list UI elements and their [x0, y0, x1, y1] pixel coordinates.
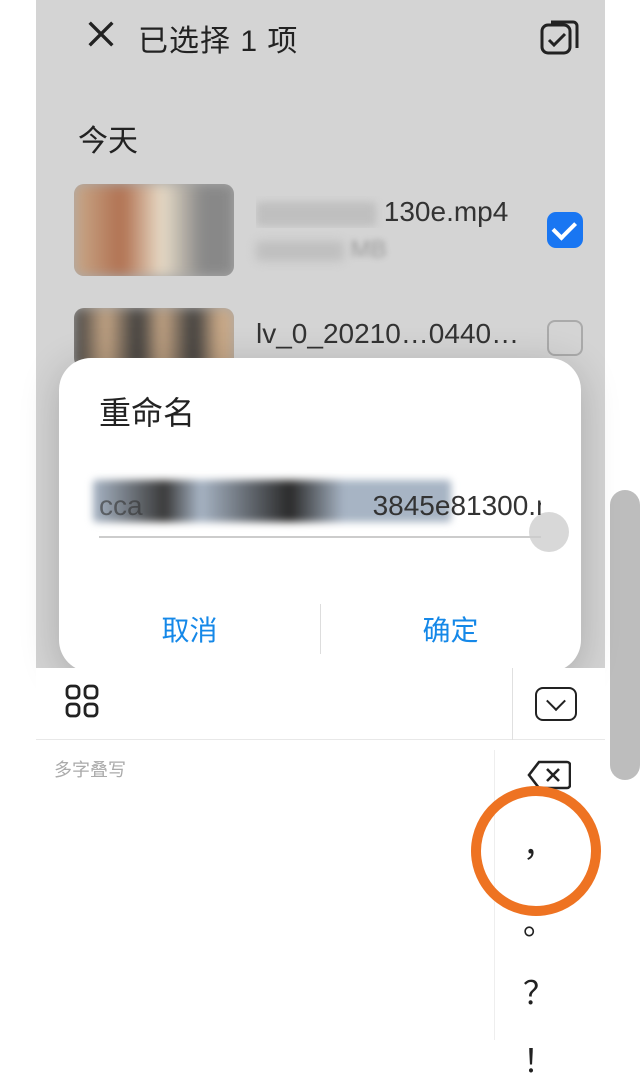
file-checkbox[interactable] — [547, 320, 583, 356]
confirm-button[interactable]: 确定 — [320, 609, 581, 649]
video-thumbnail — [74, 184, 234, 276]
cancel-button[interactable]: 取消 — [59, 609, 320, 649]
dialog-title: 重命名 — [59, 388, 581, 434]
file-row[interactable]: 130e.mp4 MB — [36, 174, 605, 286]
rename-input[interactable]: cca3845e81300.mp4 — [99, 490, 541, 538]
select-all-icon[interactable] — [539, 16, 579, 61]
file-meta: MB — [256, 236, 525, 264]
punct-exclaim[interactable]: ！ — [523, 1036, 555, 1082]
selection-count-title: 已选择 1 项 — [138, 16, 298, 60]
rename-input-wrapper: cca3845e81300.mp4 — [99, 490, 541, 538]
keyboard-apps-icon[interactable] — [64, 683, 100, 724]
keyboard-collapse-icon[interactable] — [535, 687, 577, 721]
section-today: 今天 — [36, 66, 605, 174]
file-name: 130e.mp4 — [256, 196, 525, 228]
rename-dialog: 重命名 cca3845e81300.mp4 取消 确定 — [59, 358, 581, 672]
page-scrollbar[interactable] — [610, 490, 640, 780]
close-icon[interactable] — [84, 17, 118, 60]
selection-header: 已选择 1 项 — [36, 0, 605, 66]
punct-question[interactable]: ？ — [523, 968, 555, 1014]
file-checkbox[interactable] — [547, 212, 583, 248]
handwriting-hint: 多字叠写 — [54, 756, 126, 782]
file-name: lv_0_20210…0440.mp4 — [256, 318, 525, 350]
